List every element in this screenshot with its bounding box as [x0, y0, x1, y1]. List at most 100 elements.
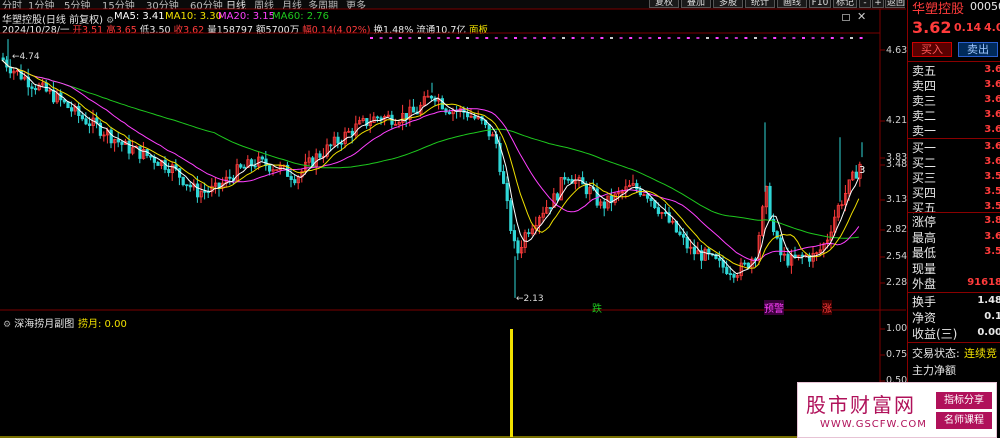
stat2-value[interactable]: 1.48 [977, 295, 1000, 306]
candle-down [242, 166, 246, 169]
event-dot [792, 37, 796, 39]
candle-down [602, 201, 607, 209]
price-axis-tick: 4.21 [886, 115, 908, 126]
bid-level-value[interactable]: 3.5 [984, 171, 1000, 182]
divider [908, 342, 1000, 343]
candle-down [854, 171, 859, 179]
last-bar-mark: 3 [859, 165, 866, 176]
event-dot [552, 37, 556, 39]
candle-down [512, 230, 517, 242]
ask-level-value[interactable]: 3.6 [984, 109, 1000, 120]
buy-button[interactable]: 买入 [912, 42, 952, 57]
bid-level-value[interactable]: 3.5 [984, 201, 1000, 212]
bid-level-value[interactable]: 3.6 [984, 156, 1000, 167]
candle-down [181, 176, 185, 186]
candle-down [8, 66, 12, 74]
candle-down [336, 136, 340, 144]
candle-down [444, 108, 448, 113]
price-axis-tick: 3.13 [886, 194, 908, 205]
indicator-value-label: 捞月: 0.00 [78, 319, 127, 330]
candle-down [725, 266, 729, 275]
price-axis-tick: 2.28 [886, 277, 908, 288]
event-dot [418, 37, 421, 39]
candle-down [743, 262, 747, 265]
candle-down [505, 183, 509, 202]
ma5-line [1, 59, 860, 275]
stat-value[interactable]: 3.6 [984, 231, 1000, 242]
bid-level-value[interactable]: 3.5 [984, 186, 1000, 197]
event-dot [802, 37, 805, 39]
candle-down [678, 231, 682, 235]
candles-layer [1, 39, 863, 298]
candle-down [52, 89, 56, 103]
candle-down [289, 176, 293, 181]
event-dot [408, 37, 412, 39]
candle-down [682, 234, 686, 238]
price-axis-tick: 2.82 [886, 224, 908, 235]
candle-down [34, 88, 38, 91]
ma20-line [1, 59, 860, 262]
candle-down [556, 193, 560, 201]
event-dot [850, 37, 853, 39]
candle-down [185, 184, 189, 187]
indicator-layer [0, 329, 880, 438]
candle-down [203, 190, 207, 193]
candle-down [138, 146, 142, 159]
stat-value[interactable]: 91618 [967, 277, 1000, 288]
candle-down [19, 70, 23, 80]
candle-down [267, 165, 272, 172]
event-dot [581, 37, 585, 39]
ask-level-value[interactable]: 3.6 [984, 64, 1000, 75]
candle-down [649, 197, 653, 202]
event-dot [427, 37, 431, 39]
event-dot [514, 37, 517, 39]
event-dot [600, 37, 604, 39]
candle-down [563, 177, 567, 180]
watermark-tag-course[interactable]: 名师课程 [936, 412, 992, 429]
stat2-value[interactable]: 0.1 [984, 311, 1000, 322]
stat-label: 外盘 [912, 277, 937, 291]
event-dot [590, 37, 594, 39]
stat-value[interactable]: 3.8 [984, 215, 1000, 226]
candle-down [80, 115, 84, 120]
ask-level-value[interactable]: 3.6 [984, 124, 1000, 135]
event-dot [389, 37, 393, 39]
ask-level-value[interactable]: 3.6 [984, 79, 1000, 90]
stat-value[interactable]: 3.5 [984, 246, 1000, 257]
settings-icon[interactable]: ⚙ [3, 320, 11, 330]
watermark-url: WWW.GSCFW.COM [820, 419, 927, 430]
event-dot [696, 37, 700, 39]
event-dot [859, 37, 863, 39]
event-dot [658, 37, 661, 39]
event-dot [485, 37, 489, 39]
stat-label: 最低 [912, 246, 937, 260]
event-dot [542, 37, 546, 39]
stat2-label: 收益(三) [912, 327, 958, 341]
bid-level-value[interactable]: 3.6 [984, 141, 1000, 152]
candle-down [253, 165, 257, 168]
price-change: 0.14 [954, 21, 982, 34]
ask-level-value[interactable]: 3.6 [984, 94, 1000, 105]
candle-down [584, 183, 589, 195]
event-dot [370, 37, 373, 39]
price-axis-tick: 4.63 [886, 45, 908, 56]
event-dot [638, 37, 642, 39]
chart-frame [0, 8, 906, 438]
price-change-pct: 4.02 [984, 21, 1000, 34]
stat-label: 最高 [912, 230, 937, 245]
indicator-spike [510, 329, 513, 437]
candle-down [664, 212, 668, 214]
ma10-line [1, 59, 860, 269]
stat2-value[interactable]: 0.00 [977, 327, 1000, 338]
trade-status-value: 连续竞 [964, 347, 997, 360]
event-dot [437, 37, 441, 39]
event-dot [504, 37, 508, 39]
ask-level-label: 卖一 [912, 124, 937, 138]
sell-button[interactable]: 卖出 [958, 42, 998, 57]
watermark-tag-indicator[interactable]: 指标分享 [936, 392, 992, 409]
event-dot [398, 37, 402, 39]
indicator-title: ⚙ 深海捞月副图 [3, 319, 75, 330]
candle-down [70, 107, 74, 112]
candle-down [473, 115, 477, 119]
event-dot [677, 37, 681, 39]
